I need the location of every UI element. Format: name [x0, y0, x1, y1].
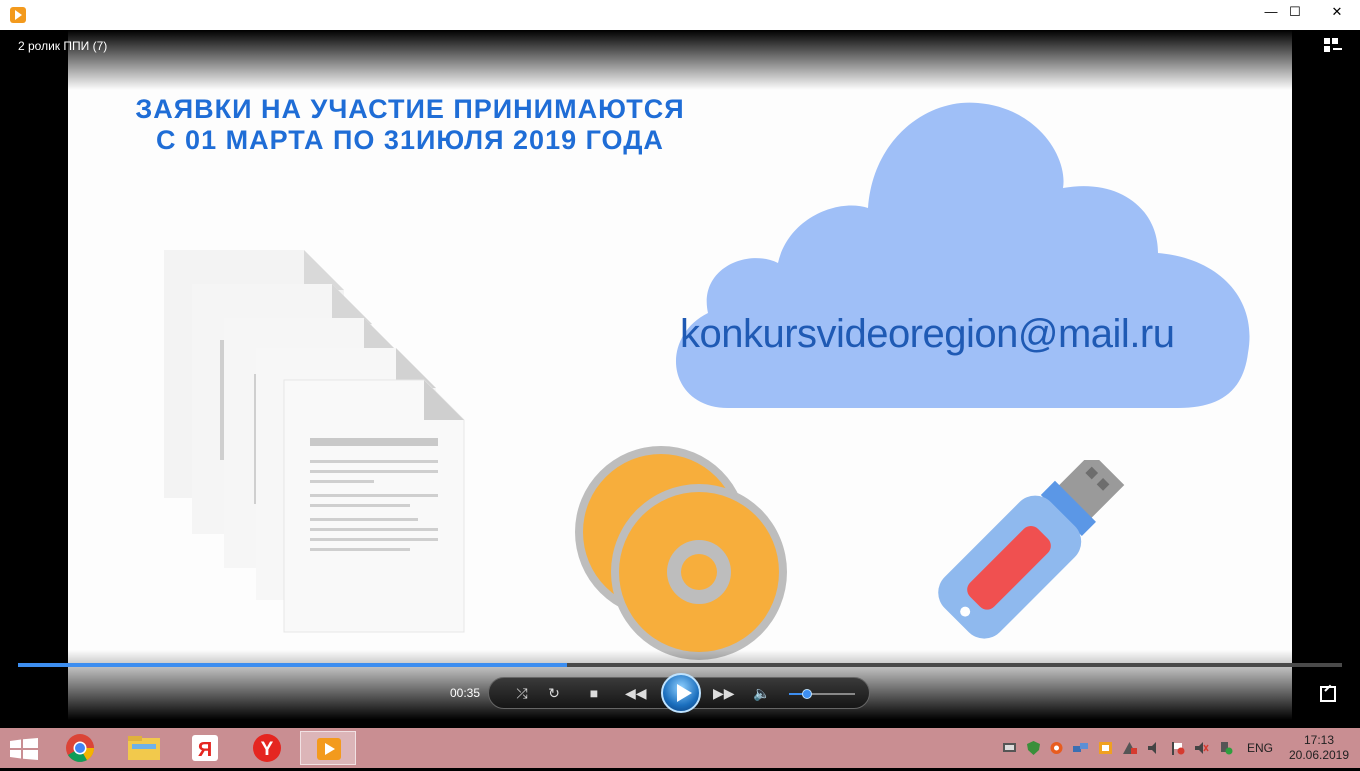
close-button[interactable]: ✕: [1314, 0, 1360, 26]
taskbar-chrome[interactable]: [52, 731, 108, 765]
clock-time: 17:13: [1303, 733, 1335, 747]
email-address: konkursvideoregion@mail.ru: [680, 312, 1175, 356]
usb-drive-graphic: [938, 460, 1125, 639]
action-center-flag-icon[interactable]: [1170, 741, 1185, 755]
taskbar-yandex[interactable]: Y: [240, 731, 296, 765]
yandex-browser-icon: Я: [192, 735, 218, 761]
maximize-button[interactable]: ☐: [1278, 0, 1312, 26]
headline-line-1: ЗАЯВКИ НА УЧАСТИЕ ПРИНИМАЮТСЯ: [135, 94, 685, 124]
update-icon[interactable]: [1098, 741, 1113, 755]
network-icon[interactable]: [1073, 741, 1088, 755]
file-explorer-icon: [128, 736, 160, 760]
input-language[interactable]: ENG: [1247, 741, 1273, 755]
documents-graphic: [164, 250, 465, 633]
media-player: ЗАЯВКИ НА УЧАСТИЕ ПРИНИМАЮТСЯ С 01 МАРТА…: [0, 30, 1360, 720]
clock-date: 20.06.2019: [1288, 748, 1350, 762]
video-headline: ЗАЯВКИ НА УЧАСТИЕ ПРИНИМАЮТСЯ С 01 МАРТА…: [120, 94, 700, 156]
windows-start-icon[interactable]: [10, 738, 38, 760]
seek-bar-progress: [18, 663, 568, 667]
taskbar-yandex-browser[interactable]: Я: [178, 731, 234, 765]
headline-line-2: С 01 МАРТА ПО 31ИЮЛЯ 2019 ГОДА: [156, 125, 664, 155]
volume-slider[interactable]: [789, 689, 855, 699]
disc-graphic: [575, 446, 787, 660]
video-frame[interactable]: ЗАЯВКИ НА УЧАСТИЕ ПРИНИМАЮТСЯ С 01 МАРТА…: [68, 30, 1292, 720]
switch-to-library-icon[interactable]: [1324, 38, 1342, 54]
taskbar-media-player[interactable]: [300, 731, 356, 765]
media-player-icon: [10, 7, 26, 23]
taskbar-file-explorer[interactable]: [116, 731, 172, 765]
shuffle-icon[interactable]: ⤮: [513, 685, 531, 701]
volume-icon[interactable]: 🔈: [753, 685, 771, 701]
volume-handle[interactable]: [801, 689, 812, 699]
safely-remove-hardware-icon[interactable]: [1218, 741, 1233, 755]
network-drive-icon[interactable]: [1002, 741, 1017, 755]
svg-text:Y: Y: [261, 739, 274, 760]
repeat-icon[interactable]: ↻: [545, 685, 563, 701]
antivirus-icon[interactable]: [1049, 741, 1064, 755]
previous-icon[interactable]: ◀◀: [625, 685, 647, 701]
video-top-shade: [68, 30, 1292, 90]
yandex-icon: Y: [253, 734, 281, 762]
svg-text:Я: Я: [198, 739, 212, 761]
stop-icon[interactable]: ■: [585, 685, 603, 701]
speaker-icon[interactable]: [1146, 741, 1161, 755]
fullscreen-icon[interactable]: [1320, 686, 1336, 702]
next-icon[interactable]: ▶▶: [713, 685, 735, 701]
taskbar: Я Y ENG 17:13 20.06.2019: [0, 728, 1360, 768]
cloud-graphic: [675, 102, 1250, 409]
system-clock[interactable]: 17:13 20.06.2019: [1288, 733, 1350, 763]
volume-muted-icon[interactable]: [1194, 741, 1209, 755]
play-button[interactable]: [661, 673, 701, 713]
media-player-icon: [317, 738, 341, 760]
current-time: 00:35: [450, 686, 481, 700]
window-titlebar: — ☐ ✕: [0, 0, 1360, 30]
notification-warning-icon[interactable]: [1122, 741, 1137, 755]
chrome-icon: [66, 734, 94, 762]
playback-controls: ⤮ ↻ ■ ◀◀ ▶▶ 🔈: [488, 673, 870, 713]
video-title: 2 ролик ППИ (7): [18, 39, 108, 53]
shield-icon[interactable]: [1026, 741, 1041, 755]
seek-bar[interactable]: [18, 663, 1342, 667]
